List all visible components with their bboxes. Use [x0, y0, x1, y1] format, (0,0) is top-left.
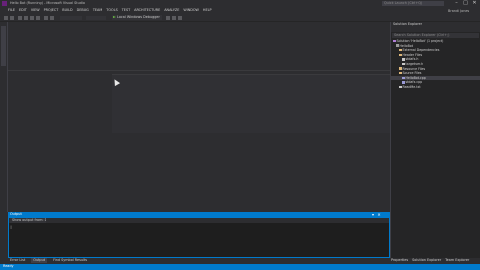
- tree-item-label: Header Files: [402, 52, 423, 57]
- output-source-dropdown[interactable]: Show output from: Debug: [10, 218, 46, 223]
- save-icon[interactable]: [30, 16, 34, 20]
- toolbox-tab[interactable]: [1, 26, 6, 66]
- quick-launch-input[interactable]: Quick Launch (Ctrl+Q): [382, 1, 444, 6]
- save-all-icon[interactable]: [36, 16, 40, 20]
- undo-icon[interactable]: [44, 16, 48, 20]
- file-icon: [402, 62, 405, 66]
- status-bar: Ready: [0, 264, 480, 270]
- tree-item-label: Solution 'HelloBot' (1 project): [396, 39, 444, 43]
- file-icon: [402, 76, 405, 79]
- editor-divider: [8, 70, 390, 71]
- maximize-icon[interactable]: □: [461, 0, 470, 7]
- step-out-icon[interactable]: [178, 16, 182, 20]
- output-toolbar: [9, 218, 389, 223]
- tab-find-symbol-results[interactable]: Find Symbol Results: [51, 258, 89, 263]
- play-icon: [113, 16, 116, 18]
- step-over-icon[interactable]: [166, 16, 170, 20]
- back-icon[interactable]: [4, 16, 8, 20]
- solution-tree: Solution 'HelloBot' (1 project) HelloBot E…: [391, 39, 480, 90]
- solution-search-input[interactable]: Search Solution Explorer (Ctrl+;): [392, 33, 479, 38]
- minimize-icon[interactable]: –: [452, 0, 461, 7]
- tree-item-label: External Dependencies: [402, 48, 440, 53]
- output-text[interactable]: |: [10, 225, 380, 230]
- visual-studio-logo-icon: [2, 1, 7, 6]
- close-icon[interactable]: ✕: [470, 0, 479, 7]
- tab-error-list[interactable]: Error List: [8, 258, 27, 263]
- tree-item[interactable]: ReadMe.txt: [391, 85, 480, 90]
- step-into-icon[interactable]: [172, 16, 176, 20]
- window-controls: – □ ✕: [452, 0, 479, 7]
- editor-panel: [112, 74, 390, 133]
- file-icon: [393, 39, 396, 43]
- file-icon: [396, 44, 399, 47]
- window-title: Hello Bot (Running) - Microsoft Visual S…: [10, 1, 85, 5]
- tree-item-label: ReadMe.txt: [402, 84, 421, 89]
- file-icon: [402, 58, 405, 61]
- file-icon: [399, 85, 402, 89]
- file-icon: [399, 48, 402, 52]
- tree-item-label: targetver.h: [405, 61, 424, 66]
- redo-icon[interactable]: [50, 16, 54, 20]
- tree-item-label: stdafx.cpp: [405, 80, 423, 85]
- file-icon: [399, 71, 402, 75]
- file-icon: [399, 67, 402, 70]
- tree-item-label: stdafx.h: [405, 57, 419, 62]
- tree-item-label: Resource Files: [402, 66, 426, 71]
- tree-item-label: HelloBot: [399, 43, 413, 48]
- forward-icon[interactable]: [10, 16, 14, 20]
- solution-explorer-toolbar: [391, 27, 480, 32]
- new-project-icon[interactable]: [18, 16, 22, 20]
- file-icon: [402, 81, 405, 84]
- platform-dropdown[interactable]: [86, 16, 106, 20]
- tree-item-label: Source Files: [402, 71, 422, 76]
- open-file-icon[interactable]: [24, 16, 28, 20]
- start-debugging-button[interactable]: Local Windows Debugger: [112, 15, 162, 20]
- file-icon: [399, 53, 402, 57]
- bottom-tabs: Error List Output Find Symbol Results: [8, 258, 390, 263]
- tab-output[interactable]: Output: [31, 258, 48, 263]
- config-dropdown[interactable]: [60, 16, 82, 20]
- tree-item-label: HelloBot.cpp: [405, 75, 426, 80]
